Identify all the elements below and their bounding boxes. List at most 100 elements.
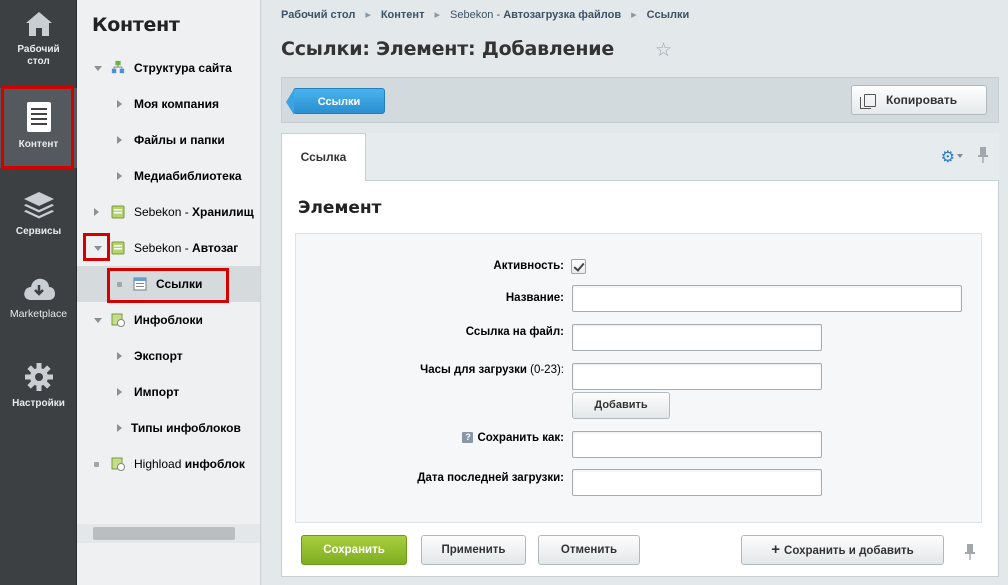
- plus-icon: +: [771, 541, 781, 558]
- chevron-right-icon[interactable]: [117, 136, 122, 144]
- add-button[interactable]: Добавить: [572, 392, 670, 419]
- save-as-label: ? Сохранить как:: [462, 432, 564, 444]
- nav-item-marketplace[interactable]: Marketplace: [0, 276, 77, 320]
- pin-icon[interactable]: [964, 543, 976, 561]
- breadcrumb: Рабочий стол ▸ Контент ▸ Sebekon - Автозагру…: [281, 9, 690, 21]
- bullet-icon: [94, 462, 99, 467]
- file-link-input[interactable]: [572, 324, 822, 351]
- chevron-right-icon[interactable]: [94, 208, 99, 216]
- site-structure-icon: [111, 60, 125, 74]
- bullet-icon: [117, 282, 122, 287]
- hours-label: Часы для загрузки (0-23):: [420, 364, 564, 376]
- breadcrumb-item[interactable]: Sebekon - Автозагрузка файлов: [450, 9, 621, 21]
- last-load-label: Дата последней загрузки:: [417, 472, 564, 484]
- active-label: Активность:: [493, 260, 564, 272]
- tree-item-import[interactable]: Импорт: [77, 374, 260, 410]
- horizontal-scrollbar-thumb[interactable]: [93, 527, 235, 540]
- save-and-add-button[interactable]: + Сохранить и добавить: [741, 535, 944, 565]
- tab-link[interactable]: Ссылка: [281, 133, 366, 181]
- cancel-button[interactable]: Отменить: [538, 535, 640, 565]
- tree-item-label: Моя компания: [134, 97, 219, 111]
- tree-item-links[interactable]: Ссылки: [77, 266, 260, 302]
- tree-item-label: Импорт: [134, 385, 180, 399]
- gear-icon: [24, 363, 53, 391]
- nav-item-desktop[interactable]: Рабочий стол: [0, 10, 77, 68]
- tree-item-label: Sebekon - Автозаг: [134, 241, 239, 255]
- chevron-down-icon[interactable]: [94, 66, 102, 71]
- tree-item-sebekon-autoload[interactable]: Sebekon - Автозаг: [77, 230, 260, 266]
- main-area: Рабочий стол ▸ Контент ▸ Sebekon - Автозагру…: [262, 0, 1008, 585]
- chevron-right-icon[interactable]: [117, 388, 122, 396]
- name-label: Название:: [505, 292, 564, 304]
- apply-button[interactable]: Применить: [421, 535, 526, 565]
- help-icon[interactable]: ?: [462, 432, 474, 443]
- tabs-bar: Ссылка ⚙: [281, 133, 999, 181]
- nav-label: Сервисы: [15, 226, 62, 237]
- tree-item-label: Структура сайта: [134, 61, 232, 75]
- cloud-download-icon: [23, 278, 55, 300]
- nav-label: Рабочий: [17, 44, 60, 55]
- list-icon: [133, 277, 147, 291]
- nav-label: Настройки: [12, 398, 65, 409]
- chevron-right-icon[interactable]: [117, 424, 122, 432]
- nav-item-content[interactable]: Контент: [0, 88, 77, 168]
- back-to-links-button[interactable]: Ссылки: [286, 88, 385, 115]
- save-button[interactable]: Сохранить: [301, 535, 407, 565]
- section-title: Элемент: [298, 198, 382, 218]
- tree-item-label: Медиабиблиотека: [134, 169, 242, 183]
- tree-item-site-structure[interactable]: Структура сайта: [77, 50, 260, 86]
- tree-item-label: Sebekon - Хранилищ: [134, 205, 254, 219]
- chevron-right-icon[interactable]: [117, 100, 122, 108]
- breadcrumb-item[interactable]: Контент: [381, 9, 425, 21]
- tree-item-label: Экспорт: [134, 349, 183, 363]
- iblock-icon: [111, 313, 125, 327]
- tree-item-label: Файлы и папки: [134, 133, 225, 147]
- settings-gear-icon[interactable]: ⚙: [941, 147, 955, 167]
- layers-icon: [23, 192, 54, 219]
- chevron-down-icon[interactable]: [957, 154, 963, 158]
- copy-icon: [860, 94, 876, 109]
- module-icon: [111, 241, 125, 255]
- nav-item-services[interactable]: Сервисы: [0, 190, 77, 238]
- chevron-down-icon[interactable]: [94, 246, 102, 251]
- tree-title: Контент: [92, 14, 180, 36]
- tree-item-iblock-types[interactable]: Типы инфоблоков: [77, 410, 260, 446]
- nav-label: Marketplace: [9, 308, 68, 320]
- active-checkbox[interactable]: [571, 259, 586, 274]
- tree-item-label: Инфоблоки: [134, 313, 203, 327]
- tree-item-sebekon-storage[interactable]: Sebekon - Хранилищ: [77, 194, 260, 230]
- tree-item-media-library[interactable]: Медиабиблиотека: [77, 158, 260, 194]
- toolbar: Ссылки Копировать: [281, 77, 999, 123]
- chevron-right-icon[interactable]: [117, 172, 122, 180]
- nav-item-settings[interactable]: Настройки: [0, 362, 77, 410]
- save-as-input[interactable]: [572, 431, 822, 458]
- tree-item-export[interactable]: Экспорт: [77, 338, 260, 374]
- breadcrumb-item[interactable]: Рабочий стол: [281, 9, 355, 21]
- form-box: Активность: Название: Ссылка на файл: Ча…: [295, 233, 982, 523]
- star-icon[interactable]: ☆: [655, 39, 672, 62]
- tree-item-files-folders[interactable]: Файлы и папки: [77, 122, 260, 158]
- chevron-down-icon[interactable]: [94, 318, 102, 323]
- tree-item-label: Highload инфоблок: [134, 457, 245, 471]
- tree-item-my-company[interactable]: Моя компания: [77, 86, 260, 122]
- last-load-input[interactable]: [572, 469, 822, 496]
- nav-label: стол: [27, 56, 50, 67]
- copy-button[interactable]: Копировать: [851, 85, 987, 115]
- breadcrumb-item[interactable]: Ссылки: [647, 9, 690, 21]
- module-icon: [111, 205, 125, 219]
- pin-icon[interactable]: [977, 146, 989, 164]
- copy-button-label: Копировать: [886, 93, 958, 107]
- home-icon: [25, 12, 52, 36]
- tree-item-highload[interactable]: Highload инфоблок: [77, 446, 260, 482]
- chevron-right-icon[interactable]: [117, 352, 122, 360]
- document-icon: [26, 102, 51, 132]
- iblock-icon: [111, 457, 125, 471]
- file-link-label: Ссылка на файл:: [465, 326, 564, 338]
- form-content: Элемент Активность: Название: Ссылка на …: [281, 181, 999, 577]
- page-title: Ссылки: Элемент: Добавление: [281, 38, 615, 60]
- hours-input[interactable]: [572, 363, 822, 390]
- tree-item-iblocks[interactable]: Инфоблоки: [77, 302, 260, 338]
- left-navigation: Рабочий стол Контент Сервисы Marketplace…: [0, 0, 77, 585]
- tree-item-label: Типы инфоблоков: [131, 421, 241, 435]
- name-input[interactable]: [572, 285, 962, 312]
